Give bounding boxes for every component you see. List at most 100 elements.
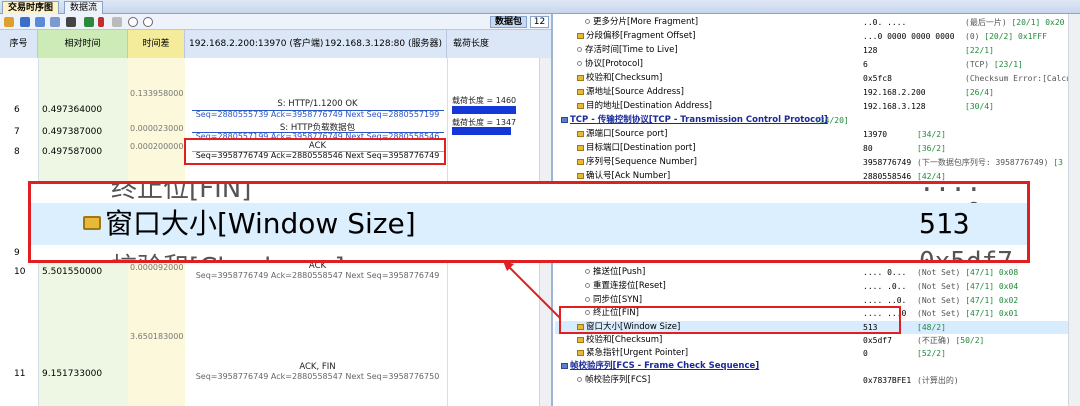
server-endpoint: 192.168.3.128:80 (服务器) bbox=[324, 39, 442, 49]
packet-message[interactable]: ACK, FIN Seq=3958776749 Ack=2880558547 N… bbox=[190, 362, 445, 381]
field-icon bbox=[577, 173, 584, 179]
tree-row[interactable]: 帧校验序列[FCS] 0x7837BFE1 (计算出的) bbox=[555, 374, 1080, 387]
delta-value: 3.650183000 bbox=[130, 332, 184, 341]
tree-row[interactable]: 紧急指针[Urgent Pointer] 0 [52/2] bbox=[555, 347, 1080, 360]
tree-row[interactable]: 重置连接位[Reset] .... .0.. (Not Set) [47/1] … bbox=[555, 280, 1080, 293]
filter-icon[interactable] bbox=[84, 17, 94, 27]
highlight-box bbox=[184, 138, 446, 165]
tree-offset: [52/2] bbox=[917, 349, 946, 358]
column-header-payload-length[interactable]: 载荷长度 bbox=[447, 30, 551, 58]
tab-strip: 交易时序图 数据流 bbox=[0, 0, 1080, 14]
tree-desc: (计算出的) bbox=[917, 376, 959, 385]
field-icon bbox=[577, 337, 584, 343]
tree-offset: [36/2] bbox=[917, 144, 946, 153]
tree-label: 校验和[Checksum] bbox=[586, 335, 663, 345]
zoom-label: 窗口大小[Window Size] bbox=[105, 207, 416, 240]
tree-value: 128 bbox=[863, 46, 878, 55]
tree-row[interactable]: 源地址[Source Address] 192.168.2.200 [26/4] bbox=[555, 86, 1080, 99]
tree-row[interactable]: 校验和[Checksum] 0x5fc8 (Checksum Error:[Ca… bbox=[555, 72, 1080, 85]
packet-count-field[interactable]: 12 bbox=[530, 16, 549, 28]
field-icon bbox=[577, 75, 584, 81]
tree-value: .... 0... bbox=[863, 268, 907, 277]
payload-length-bar bbox=[452, 127, 511, 135]
delta-value: 0.133958000 bbox=[130, 89, 184, 98]
tree-label: TCP - 传输控制协议[TCP - Transmission Control … bbox=[570, 115, 828, 125]
tree-value: 0x5df7 bbox=[863, 336, 892, 345]
list-view-icon[interactable] bbox=[20, 17, 30, 27]
column-header-seq[interactable]: 序号 bbox=[0, 30, 38, 58]
dropdown-icon[interactable] bbox=[98, 17, 104, 27]
packet-seq: Seq=2880555739 Ack=3958776749 Next Seq=2… bbox=[190, 110, 445, 119]
tree-label: 目的地址[Destination Address] bbox=[586, 101, 712, 111]
delta-value: 0.000092000 bbox=[130, 263, 184, 272]
tree-desc: (Checksum Error:[Calcula bbox=[965, 74, 1080, 83]
row-number: 8 bbox=[14, 147, 20, 157]
save-icon[interactable] bbox=[66, 17, 76, 27]
tree-row[interactable]: 校验和[Checksum] 0x5df7 (不正确) [50/2] bbox=[555, 334, 1080, 347]
tree-label: 紧急指针[Urgent Pointer] bbox=[586, 348, 689, 358]
tree-label: 协议[Protocol] bbox=[585, 59, 643, 69]
tree-label: 分段偏移[Fragment Offset] bbox=[586, 31, 696, 41]
field-icon bbox=[577, 89, 584, 95]
zoom-value: 513 bbox=[919, 207, 970, 240]
tree-value: ..0. .... bbox=[863, 18, 907, 27]
zoom-row-checksum: 校验和[Checksum] 0x5df7 bbox=[31, 247, 1027, 260]
tree-row[interactable]: 源端口[Source port] 13970 [34/2] bbox=[555, 128, 1080, 141]
tree-row[interactable]: 推送位[Push] .... 0... (Not Set) [47/1] 0x0… bbox=[555, 266, 1080, 279]
tree-label: 源端口[Source port] bbox=[586, 129, 668, 139]
tree-offset: [47/1] bbox=[965, 296, 995, 305]
tab-data-flow[interactable]: 数据流 bbox=[64, 1, 104, 14]
tree-mask: 0x1FFF bbox=[1018, 32, 1047, 41]
tree-value: 13970 bbox=[863, 130, 888, 139]
tree-value: .... .0.. bbox=[863, 282, 907, 291]
tree-row[interactable]: 分段偏移[Fragment Offset] ...0 0000 0000 000… bbox=[555, 30, 1080, 43]
lock-icon[interactable] bbox=[112, 17, 122, 27]
tree-offset: [42/4] bbox=[917, 172, 946, 181]
clock-icon[interactable] bbox=[128, 17, 138, 27]
tree-value: 192.168.3.128 bbox=[863, 102, 926, 111]
tree-desc: (TCP) bbox=[965, 60, 990, 69]
message-seq: Seq=2880555739 Ack=3958776749 Next Seq=2… bbox=[195, 110, 440, 119]
tree-section-fcs[interactable]: 帧校验序列[FCS - Frame Check Sequence] bbox=[555, 360, 1080, 373]
tab-sequence-chart[interactable]: 交易时序图 bbox=[2, 1, 60, 14]
tree-label: 存活时间[Time to Live] bbox=[585, 45, 678, 55]
tree-row[interactable]: 存活时间[Time to Live] 128 [22/1] bbox=[555, 44, 1080, 57]
settings-icon[interactable] bbox=[4, 17, 14, 27]
packet-message[interactable]: S: HTTP/1.1200 OK bbox=[190, 99, 445, 109]
help-icon[interactable] bbox=[143, 17, 153, 27]
relative-time: 9.151733000 bbox=[42, 369, 103, 379]
tree-row[interactable]: 序列号[Sequence Number] 3958776749 (下一数据包序列… bbox=[555, 156, 1080, 169]
field-icon bbox=[577, 159, 584, 165]
row-number: 6 bbox=[14, 105, 20, 115]
column-header-delta[interactable]: 时间差 bbox=[128, 30, 185, 58]
tree-label: 序列号[Sequence Number] bbox=[586, 157, 697, 167]
tree-row[interactable]: 更多分片[More Fragment] ..0. .... (最后一片) [20… bbox=[555, 16, 1080, 29]
tree-label: 同步位[SYN] bbox=[593, 295, 643, 305]
tree-offset: [23/1] bbox=[993, 60, 1023, 69]
client-endpoint: 192.168.2.200:13970 (客户端) bbox=[189, 39, 324, 49]
tree-offset: [48/2] bbox=[917, 323, 946, 332]
tree-row[interactable]: 目的地址[Destination Address] 192.168.3.128 … bbox=[555, 100, 1080, 113]
packet-message[interactable]: ACK Seq=3958776749 Ack=2880558547 Next S… bbox=[190, 261, 445, 280]
relative-time: 0.497587000 bbox=[42, 147, 103, 157]
tree-desc: (不正确) bbox=[917, 336, 951, 345]
tree-section-tcp[interactable]: TCP - 传输控制协议[TCP - Transmission Control … bbox=[555, 114, 1080, 127]
tree-offset: [26/4] bbox=[965, 88, 994, 97]
vertical-scrollbar[interactable] bbox=[1068, 14, 1080, 406]
tree-row[interactable]: 协议[Protocol] 6 (TCP) [23/1] bbox=[555, 58, 1080, 71]
tree-mask: 0x20 bbox=[1045, 18, 1065, 27]
relative-time: 5.501550000 bbox=[42, 267, 103, 277]
tree-label: 校验和[Checksum] bbox=[586, 73, 663, 83]
tree-row[interactable]: 目标端口[Destination port] 80 [36/2] bbox=[555, 142, 1080, 155]
message-title: ACK, FIN bbox=[299, 362, 336, 372]
tree-offset: [20/2] bbox=[984, 32, 1014, 41]
delta-value: 0.000023000 bbox=[130, 124, 184, 133]
leaf-icon bbox=[577, 47, 582, 52]
tree-value: 6 bbox=[863, 60, 868, 69]
column-header-relative-time[interactable]: 相对时间 bbox=[38, 30, 128, 58]
tree-label: 更多分片[More Fragment] bbox=[593, 17, 699, 27]
leaf-icon bbox=[577, 377, 582, 382]
tree-desc: (Not Set) bbox=[917, 282, 961, 291]
tree-view-icon[interactable] bbox=[35, 17, 45, 27]
grid-icon[interactable] bbox=[50, 17, 60, 27]
